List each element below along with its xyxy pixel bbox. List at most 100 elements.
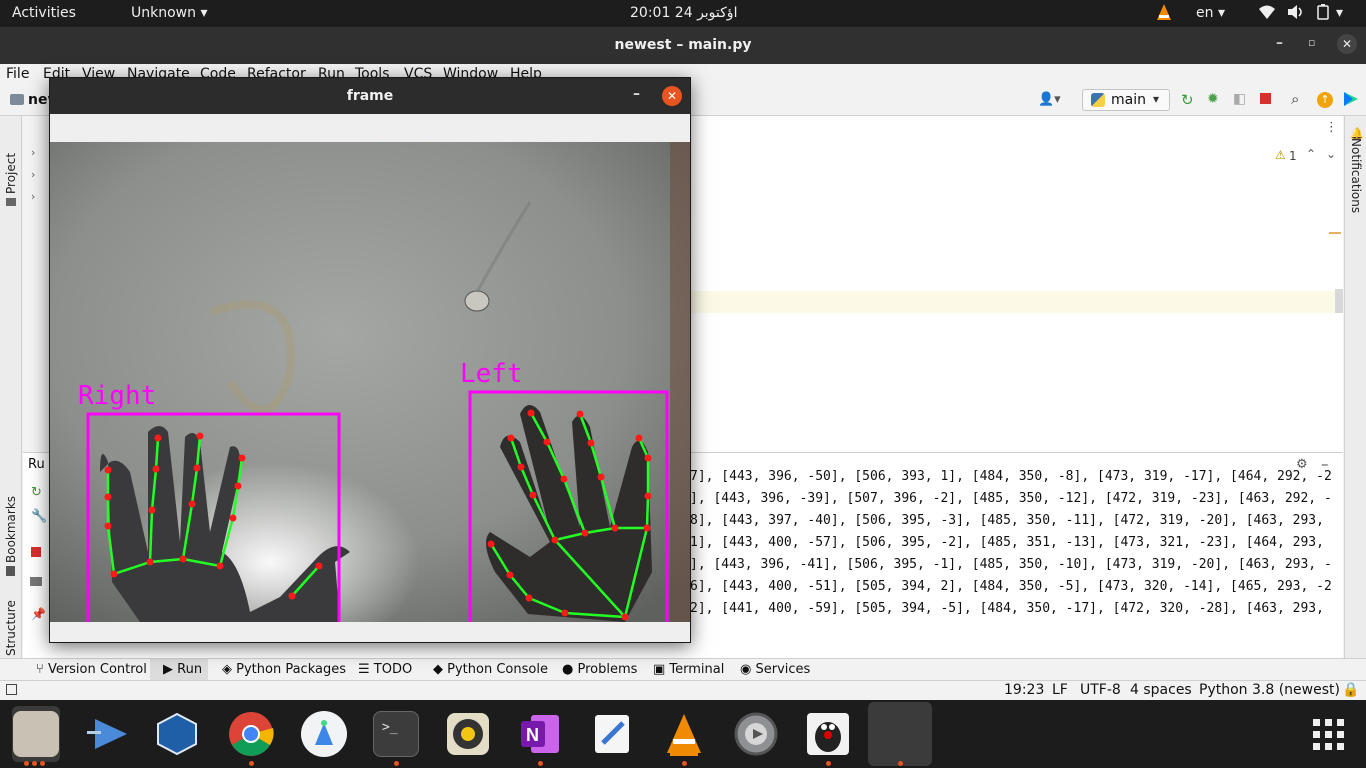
right-hand-landmark	[148, 506, 156, 514]
indent-setting[interactable]: 4 spaces	[1130, 682, 1192, 698]
virtualbox-icon[interactable]	[154, 711, 200, 757]
left-hand-connection	[645, 495, 650, 529]
search-icon[interactable]: ⌕	[1291, 90, 1299, 108]
app-menu[interactable]: Unknown ▾	[131, 5, 207, 21]
active-window-icon[interactable]	[868, 702, 932, 766]
more-options-icon[interactable]: ⋮	[1325, 120, 1338, 135]
left-hand-landmark	[597, 473, 605, 481]
frame-minimize-button[interactable]: –	[633, 86, 640, 102]
left-hand-landmark	[551, 536, 559, 544]
tab-python-packages[interactable]: ◈ Python Packages	[222, 662, 346, 677]
java-icon[interactable]	[805, 711, 851, 757]
frame-window[interactable]: frame – ✕ Right Left	[49, 77, 691, 643]
lock-icon[interactable]: 🔒	[1342, 682, 1359, 698]
tree-expand-icon[interactable]: ›	[31, 190, 35, 203]
frame-title: frame	[346, 88, 394, 104]
tab-python-console[interactable]: ◆ Python Console	[433, 662, 548, 677]
tab-services[interactable]: ◉ Services	[740, 662, 810, 677]
tab-terminal[interactable]: ▣ Terminal	[653, 662, 724, 677]
language-label: en	[1196, 5, 1214, 21]
rhythmbox-icon[interactable]	[445, 711, 491, 757]
left-hand-landmark	[635, 434, 643, 442]
menu-file[interactable]: File	[6, 66, 29, 82]
next-highlight-icon[interactable]: ⌄	[1326, 147, 1336, 161]
python-interpreter[interactable]: Python 3.8 (newest)	[1199, 682, 1340, 698]
stop-icon[interactable]	[31, 547, 41, 557]
vscode-like-icon[interactable]	[85, 711, 131, 757]
tab-version-control[interactable]: ⑂ Version Control	[36, 662, 147, 677]
volume-icon[interactable]	[1287, 4, 1305, 24]
left-hand-landmark	[644, 492, 652, 500]
notifications-tool-tab[interactable]: Notifications	[1349, 138, 1363, 213]
maximize-button[interactable]: ▫	[1308, 36, 1315, 49]
debug-icon[interactable]: ✹	[1207, 91, 1219, 107]
tab-label: Python Packages	[236, 662, 346, 677]
tree-expand-icon[interactable]: ›	[31, 168, 35, 181]
run-config-selector[interactable]: main ▾	[1082, 89, 1170, 111]
coverage-icon[interactable]: ◧	[1233, 91, 1246, 107]
left-hand-landmark	[576, 410, 584, 418]
left-hand-landmark	[487, 540, 495, 548]
console-line: ], [443, 396, -39], [507, 396, -2], [485…	[690, 491, 1332, 506]
pin-icon[interactable]: 📌	[31, 607, 46, 621]
files-icon[interactable]	[13, 711, 59, 757]
rerun-icon[interactable]: ↻	[1181, 91, 1194, 109]
left-hand-landmark	[561, 609, 569, 617]
jetbrains-logo-icon[interactable]	[1343, 91, 1359, 111]
tab-problems[interactable]: ● Problems	[562, 662, 637, 677]
onenote-icon[interactable]: N	[517, 711, 563, 757]
text-editor-icon[interactable]	[589, 711, 635, 757]
tab-label: Python Console	[447, 662, 548, 677]
warning-icon[interactable]: ⚠	[1275, 148, 1286, 162]
project-tool-tab[interactable]: Project	[4, 153, 18, 194]
terminal-icon[interactable]: >_	[373, 711, 419, 757]
update-icon[interactable]: ↑	[1317, 92, 1333, 108]
settings-icon[interactable]	[733, 711, 779, 757]
tool-window-tabs: ⑂ Version Control ▶ Run ◈ Python Package…	[0, 658, 1366, 681]
minimize-button[interactable]: –	[1276, 35, 1283, 51]
tab-label: Problems	[577, 662, 638, 677]
activities-button[interactable]: Activities	[12, 5, 76, 21]
vlc-icon[interactable]	[661, 711, 707, 757]
running-indicator	[898, 761, 903, 766]
console-line: 8], [443, 397, -40], [506, 395, -3], [48…	[690, 513, 1324, 528]
frame-title-bar[interactable]: frame – ✕	[50, 78, 690, 114]
tab-todo[interactable]: ☰ TODO	[358, 662, 412, 677]
frame-close-button[interactable]: ✕	[662, 86, 682, 106]
wrench-icon[interactable]: 🔧	[31, 509, 47, 524]
vlc-tray-icon[interactable]	[1156, 3, 1172, 25]
android-studio-icon[interactable]	[301, 711, 347, 757]
prev-highlight-icon[interactable]: ⌃	[1306, 147, 1316, 161]
tab-label: Services	[755, 662, 811, 677]
left-hand-landmark	[506, 571, 514, 579]
stop-icon[interactable]	[1260, 93, 1271, 104]
clock[interactable]: 20:01 24 اؤکتوبر	[630, 5, 737, 21]
battery-icon[interactable]	[1315, 4, 1331, 24]
console-line: 7], [443, 396, -50], [506, 393, 1], [484…	[690, 469, 1332, 484]
file-encoding[interactable]: UTF-8	[1080, 682, 1121, 698]
close-button[interactable]: ✕	[1337, 34, 1357, 54]
run-config-label: main	[1111, 92, 1146, 108]
ceiling-fixture	[464, 290, 490, 312]
language-indicator[interactable]: en ▾	[1196, 5, 1225, 21]
right-tool-strip: 🔔 Notifications	[1344, 116, 1366, 658]
tree-expand-icon[interactable]: ›	[31, 146, 35, 159]
svg-text:N: N	[526, 725, 539, 745]
tab-run[interactable]: ▶ Run	[163, 662, 202, 677]
left-hand-landmark	[621, 613, 629, 621]
toggle-tool-windows-icon[interactable]	[6, 684, 17, 695]
line-separator[interactable]: LF	[1052, 682, 1068, 698]
console-output[interactable]: 7], [443, 396, -50], [506, 393, 1], [484…	[690, 469, 1340, 649]
chrome-icon[interactable]	[228, 711, 274, 757]
system-menu-arrow[interactable]: ▾	[1336, 5, 1343, 21]
editor-scrollbar[interactable]	[1335, 289, 1343, 313]
bookmarks-tool-tab[interactable]: Bookmarks	[4, 496, 18, 563]
rerun-icon[interactable]: ↻	[31, 485, 42, 500]
wifi-icon[interactable]	[1258, 4, 1276, 24]
user-icon[interactable]: 👤▾	[1038, 92, 1061, 107]
layout-icon[interactable]	[30, 577, 42, 586]
app-grid-icon[interactable]	[1312, 718, 1346, 756]
left-hand-landmark	[581, 529, 589, 537]
structure-tool-tab[interactable]: Structure	[4, 600, 18, 656]
caret-position[interactable]: 19:23	[1004, 682, 1044, 698]
